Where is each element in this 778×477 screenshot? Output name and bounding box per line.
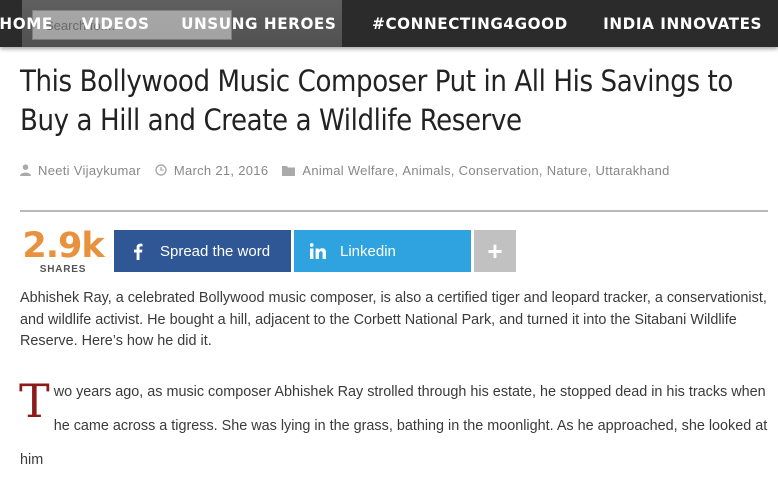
category-link[interactable]: Uttarakhand [596,163,670,178]
plus-icon: + [487,235,503,266]
nav-item-unsung-heroes[interactable]: UNSUNG HEROES [169,0,349,47]
clock-icon [155,164,167,176]
linkedin-icon [308,241,328,261]
nav-item-videos[interactable]: VIDEOS [69,0,161,47]
section-divider [20,210,768,212]
facebook-icon [128,241,148,261]
article-meta: Neeti Vijaykumar March 21, 2016 Animal W… [20,160,684,180]
category-link[interactable]: Conservation [459,163,539,178]
share-counter: 2.9k SHARES [20,226,106,275]
nav-item-india-innovates[interactable]: INDIA INNOVATES [591,0,774,47]
category-link[interactable]: Animals [402,163,450,178]
linkedin-share-button[interactable]: Linkedin [294,230,471,272]
user-icon [20,164,31,176]
author-meta: Neeti Vijaykumar [20,163,141,178]
main-nav: HOME VIDEOS UNSUNG HEROES #CONNECTING4GO… [0,0,778,47]
publish-date: March 21, 2016 [173,162,269,178]
top-navbar: Search for... HOME VIDEOS UNSUNG HEROES … [0,0,778,47]
article-paragraph: Two years ago, as music composer Abhishe… [19,374,770,477]
article-paragraph-text: wo years ago, as music composer Abhishek… [20,384,768,468]
drop-cap: T [19,374,50,428]
nav-item-connecting4good[interactable]: #CONNECTING4GOOD [360,0,580,47]
author-link[interactable]: Neeti Vijaykumar [38,163,141,178]
more-share-button[interactable]: + [474,230,516,272]
facebook-share-label: Spread the word [160,242,271,260]
categories-meta: Animal Welfare, Animals, Conservation, N… [282,163,669,178]
category-link[interactable]: Animal Welfare [302,163,394,178]
facebook-share-button[interactable]: Spread the word [114,230,291,272]
article-title: This Bollywood Music Composer Put in All… [20,64,733,137]
article-intro: Abhishek Ray, a celebrated Bollywood mus… [20,290,767,349]
share-count: 2.9k [22,226,104,266]
date-meta: March 21, 2016 [155,163,269,178]
nav-item-home[interactable]: HOME [0,0,65,47]
category-link[interactable]: Nature [547,163,588,178]
linkedin-share-label: Linkedin [340,242,396,260]
folder-icon [282,165,296,176]
